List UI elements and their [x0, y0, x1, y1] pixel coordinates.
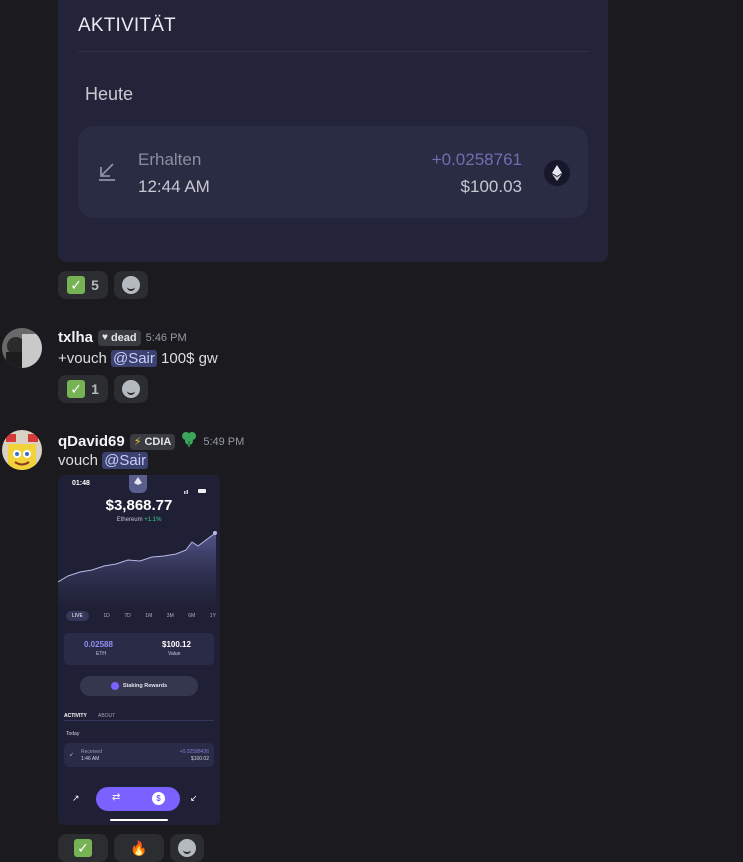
- reaction-fire[interactable]: 🔥: [114, 834, 164, 862]
- smile-icon: [178, 839, 196, 857]
- transaction-amount: +0.0258761: [431, 150, 522, 169]
- tab-activity[interactable]: ACTIVITY: [64, 713, 87, 719]
- transaction-usd: $100.03: [460, 177, 522, 196]
- range-6m[interactable]: 6M: [188, 613, 195, 619]
- receive-arrow-icon: ↙: [69, 752, 75, 758]
- range-1d[interactable]: 1D: [103, 613, 109, 619]
- clover-icon: [180, 431, 198, 452]
- transaction-card: Erhalten 12:44 AM +0.0258761 $100.03: [78, 126, 588, 218]
- ethereum-icon: [129, 475, 147, 493]
- range-7d[interactable]: 7D: [124, 613, 130, 619]
- transaction-amount: +0.02588436: [179, 749, 209, 755]
- tag-label: CDIA: [144, 435, 172, 448]
- staking-icon: [110, 682, 119, 690]
- staking-rewards-button[interactable]: Staking Rewards: [80, 676, 198, 696]
- check-icon: ✓: [67, 276, 86, 294]
- price-change: +1.1%: [144, 517, 162, 523]
- status-icons: [184, 481, 206, 494]
- transaction-label: Received: [81, 749, 102, 755]
- avatar[interactable]: [2, 328, 42, 368]
- reaction-check[interactable]: ✓ 5: [58, 271, 108, 299]
- divider: [64, 720, 214, 721]
- check-icon: ✓: [67, 380, 86, 398]
- reaction-check[interactable]: ✓: [58, 834, 108, 862]
- message-text: +vouch @Sair 100$ gw: [58, 350, 218, 367]
- asset-change: Ethereum +1.1%: [58, 517, 220, 523]
- swap-buy-bar[interactable]: ⇄ $: [96, 787, 180, 811]
- user-mention[interactable]: @Sair: [110, 350, 157, 367]
- range-selector: LIVE 1D 7D 1M 3M 6M 1Y: [66, 611, 216, 621]
- reaction-check[interactable]: ✓ 1: [58, 375, 108, 403]
- price-chart: [58, 531, 217, 605]
- message-text: vouch @Sair: [58, 452, 149, 469]
- holding-amount: 0.02588: [84, 640, 113, 649]
- user-tag[interactable]: ♥ dead: [98, 329, 141, 346]
- send-arrow-icon[interactable]: ↗: [72, 793, 80, 804]
- receive-arrow-icon: [96, 160, 118, 188]
- section-today: Heute: [85, 84, 134, 104]
- price: $3,868.77: [105, 497, 173, 514]
- transaction-time: 1:46 AM: [81, 756, 100, 762]
- asset-name: Ethereum: [116, 517, 143, 523]
- swap-icon[interactable]: ⇄: [112, 792, 120, 803]
- message-text-part: vouch: [58, 452, 103, 469]
- phone-clock: 01:48: [72, 480, 90, 487]
- message-header: qDavid69 ⚡ CDIA 5:49 PM: [58, 431, 244, 452]
- username[interactable]: qDavid69: [58, 433, 125, 450]
- transaction-label: Erhalten: [138, 150, 202, 169]
- section-today: Today: [66, 731, 80, 737]
- fire-icon: 🔥: [130, 839, 148, 856]
- message-text-part: +vouch: [58, 350, 111, 367]
- holding-unit: ETH: [96, 651, 106, 657]
- add-reaction-button[interactable]: [170, 834, 204, 862]
- heart-icon: ♥: [102, 332, 108, 343]
- reaction-count: 5: [91, 277, 99, 293]
- staking-label: Staking Rewards: [122, 683, 168, 689]
- image-attachment[interactable]: 01:48 $3,868.77 Ethereum +1.1% LIVE 1D 7…: [58, 475, 220, 825]
- range-1y[interactable]: 1Y: [210, 613, 216, 619]
- avatar[interactable]: [2, 430, 42, 470]
- range-live[interactable]: LIVE: [66, 611, 89, 621]
- transaction-time: 12:44 AM: [138, 177, 210, 196]
- tab-about[interactable]: ABOUT: [98, 713, 115, 719]
- embed-title: AKTIVITÄT: [78, 15, 176, 36]
- lightning-icon: ⚡: [133, 436, 142, 448]
- user-tag[interactable]: ⚡ CDIA: [129, 433, 176, 450]
- user-mention[interactable]: @Sair: [102, 452, 149, 469]
- divider: [78, 51, 590, 52]
- smile-icon: [122, 276, 140, 294]
- value-amount: $100.12: [162, 640, 191, 649]
- transaction-usd: $100.02: [190, 756, 209, 762]
- activity-embed: AKTIVITÄT Heute Erhalten 12:44 AM +0.025…: [58, 0, 608, 262]
- value-label: Value: [168, 651, 181, 657]
- add-reaction-button[interactable]: [114, 375, 148, 403]
- tag-label: dead: [110, 331, 137, 344]
- reaction-count: 1: [91, 381, 99, 397]
- timestamp: 5:49 PM: [203, 435, 245, 448]
- message-header: txlha ♥ dead 5:46 PM: [58, 329, 187, 346]
- range-1m[interactable]: 1M: [145, 613, 152, 619]
- transaction-card: ↙ Received 1:46 AM +0.02588436 $100.02: [64, 743, 214, 767]
- receive-arrow-icon[interactable]: ↙: [190, 793, 198, 804]
- timestamp: 5:46 PM: [145, 331, 187, 344]
- holdings-card: 0.02588 ETH $100.12 Value: [64, 633, 214, 665]
- dollar-icon[interactable]: $: [152, 792, 165, 805]
- range-3m[interactable]: 3M: [167, 613, 174, 619]
- check-icon: ✓: [74, 839, 92, 857]
- smile-icon: [122, 380, 140, 398]
- add-reaction-button[interactable]: [114, 271, 148, 299]
- message-text-part: 100$ gw: [156, 350, 218, 367]
- home-indicator: [110, 819, 168, 821]
- username[interactable]: txlha: [58, 329, 93, 346]
- ethereum-icon: [544, 160, 570, 186]
